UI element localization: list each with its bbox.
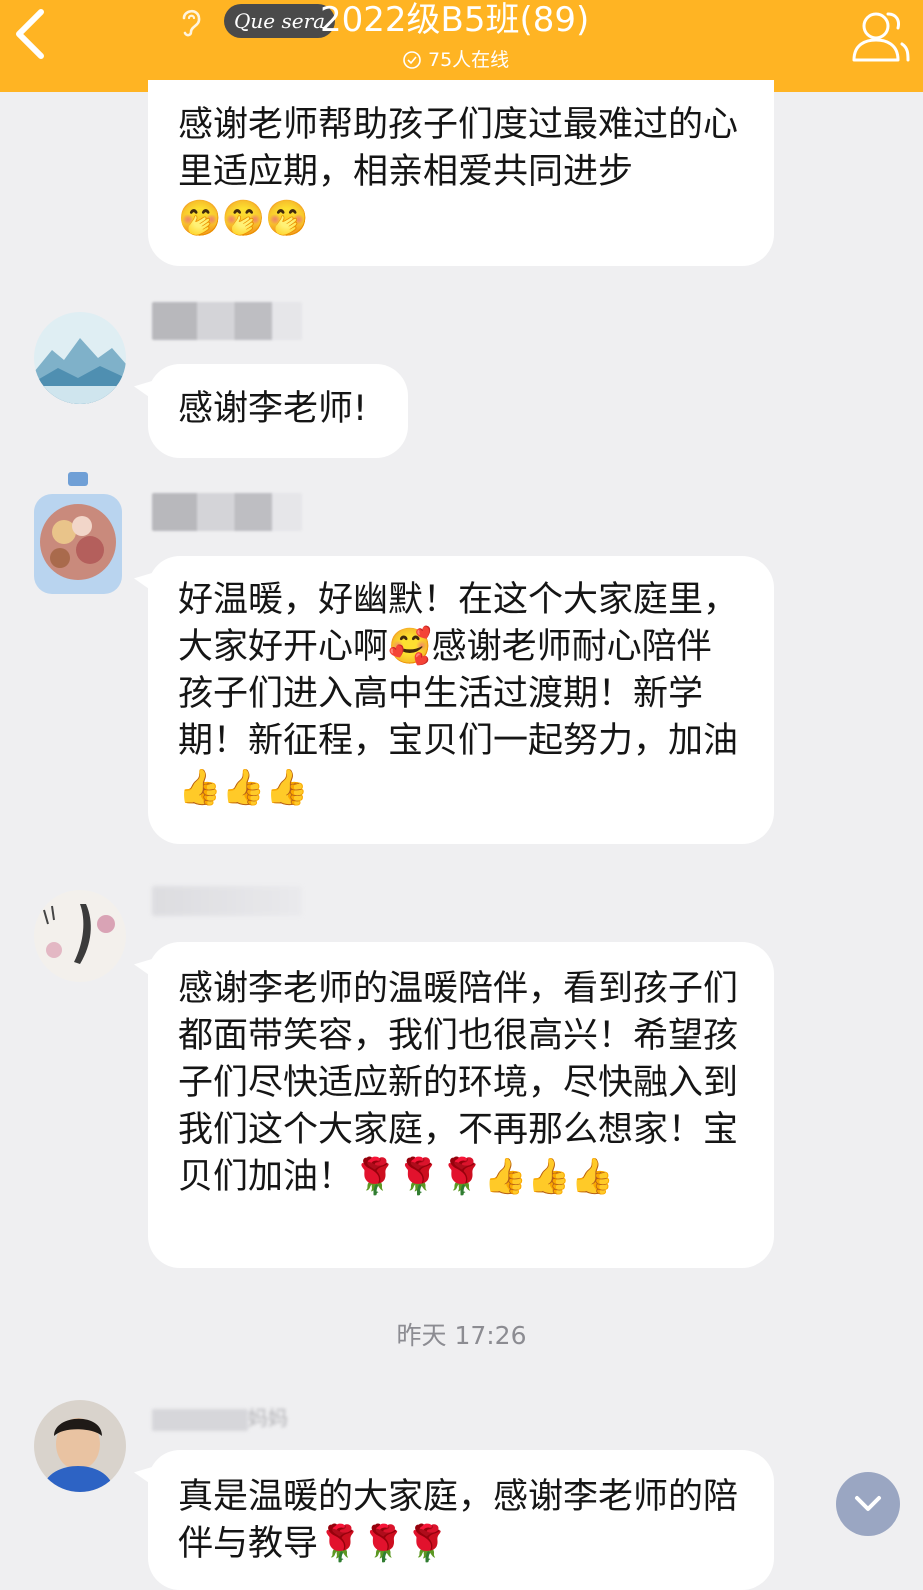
message-text: 感谢老师帮助孩子们度过最难过的心里适应期，相亲相爱共同进步 (178, 105, 739, 192)
group-logo: Que sera (224, 4, 336, 38)
emoji-run: 🌹🌹🌹👍👍👍 (353, 1157, 615, 1197)
avatar[interactable] (30, 472, 126, 596)
chevron-left-icon (16, 9, 44, 59)
message-timestamp: 昨天 17:26 (396, 1321, 527, 1350)
message-bubble[interactable]: 好温暖，好幽默！在这个大家庭里，大家好开心啊🥰感谢老师耐心陪伴孩子们进入高中生活… (148, 556, 774, 844)
online-count: 75人在线 (428, 49, 510, 71)
emoji-run: 👍👍👍 (178, 768, 309, 808)
sender-name: 妈妈 (152, 1404, 288, 1432)
scroll-to-bottom-button[interactable] (836, 1472, 900, 1536)
message-text: 感谢李老师! (178, 389, 368, 429)
members-icon[interactable] (846, 4, 912, 68)
emoji-run: 🌹🌹🌹 (318, 1524, 449, 1564)
boy-photo-avatar-image (34, 1400, 126, 1492)
water-jug-flowers-avatar-image (34, 472, 122, 594)
sender-name (152, 302, 302, 340)
painting-avatar-image (34, 890, 126, 982)
sender-name (152, 886, 302, 916)
chevron-down-icon (855, 1496, 881, 1511)
avatar[interactable] (34, 312, 126, 404)
emoji-run: 🤭🤭🤭 (178, 199, 309, 239)
back-button[interactable] (8, 8, 52, 60)
sender-name-suffix: 妈妈 (248, 1406, 288, 1430)
chat-header: Que sera 2022级B5班(89) 75人在线 (0, 0, 923, 92)
ear-icon[interactable] (176, 4, 206, 38)
landscape-avatar-image (34, 312, 126, 404)
message-bubble[interactable]: 感谢李老师的温暖陪伴，看到孩子们都面带笑容，我们也很高兴！希望孩子们尽快适应新的… (148, 942, 774, 1268)
avatar[interactable] (34, 890, 126, 982)
emoji-inline: 🥰 (388, 627, 432, 667)
group-title[interactable]: 2022级B5班(89) (320, 0, 589, 40)
check-circle-icon (403, 51, 421, 69)
message-text: 真是温暖的大家庭，感谢李老师的陪伴与教导 (178, 1477, 739, 1564)
message-bubble[interactable]: 感谢李老师! (148, 364, 408, 458)
message-bubble[interactable]: 真是温暖的大家庭，感谢李老师的陪伴与教导🌹🌹🌹 (148, 1450, 774, 1590)
message-bubble[interactable]: 感谢老师帮助孩子们度过最难过的心里适应期，相亲相爱共同进步 🤭🤭🤭 (148, 80, 774, 266)
avatar[interactable] (34, 1400, 126, 1492)
sender-name (152, 493, 302, 531)
online-status: 75人在线 (402, 48, 509, 72)
